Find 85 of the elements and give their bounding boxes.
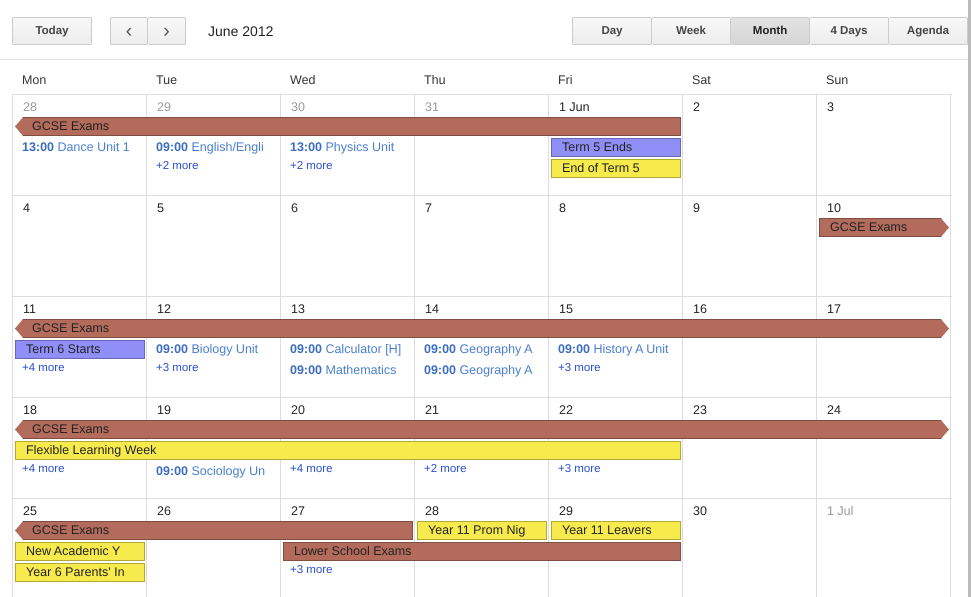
day-number: 17: [826, 301, 842, 318]
event-bar[interactable]: Term 6 Starts: [15, 340, 145, 359]
more-link[interactable]: +3 more: [281, 562, 333, 583]
weekday-label: Mon: [21, 73, 48, 89]
event-bar[interactable]: Flexible Learning Week: [15, 441, 681, 460]
event-bar[interactable]: GCSE Exams: [15, 117, 681, 136]
timed-event[interactable]: 09:00 Sociology Un: [147, 461, 281, 482]
today-button[interactable]: Today: [12, 16, 92, 44]
timed-event[interactable]: 09:00 Mathematics: [281, 360, 415, 381]
day-number: 19: [156, 402, 172, 419]
day-number: 7: [424, 200, 433, 217]
day-number: 21: [424, 402, 440, 419]
day-number: 18: [22, 402, 38, 419]
view-tab[interactable]: Agenda: [889, 16, 968, 44]
day-number: 30: [290, 99, 306, 116]
day-number: 2: [692, 99, 701, 116]
weekday-label: Wed: [289, 73, 316, 89]
event-bar[interactable]: GCSE Exams: [819, 218, 949, 237]
more-link[interactable]: +2 more: [415, 461, 467, 482]
more-link[interactable]: +3 more: [549, 461, 601, 482]
more-link[interactable]: +3 more: [549, 360, 601, 381]
period-title: June 2012: [208, 22, 274, 38]
more-link[interactable]: +2 more: [147, 158, 199, 179]
day-number: 16: [692, 301, 708, 318]
event-bar[interactable]: Year 6 Parents' In: [15, 563, 145, 582]
day-number: 6: [290, 200, 299, 217]
day-number: 13: [290, 301, 306, 318]
day-number: 28: [22, 99, 38, 116]
day-number: 12: [156, 301, 172, 318]
event-bar[interactable]: GCSE Exams: [15, 521, 413, 540]
day-number: 5: [156, 200, 165, 217]
day-number: 27: [290, 503, 306, 520]
day-number: 8: [558, 200, 567, 217]
view-tab[interactable]: 4 Days: [810, 16, 889, 44]
event-bar[interactable]: Year 11 Leavers: [551, 521, 681, 540]
day-number: 20: [290, 402, 306, 419]
day-number: 31: [424, 99, 440, 116]
timed-event[interactable]: 09:00 Geography A: [415, 360, 549, 381]
day-number: 22: [558, 402, 574, 419]
next-button[interactable]: ›: [148, 16, 186, 44]
day-number: 9: [692, 200, 701, 217]
day-number: 24: [826, 402, 842, 419]
day-number: 10: [826, 200, 842, 217]
day-number: 11: [22, 301, 37, 318]
day-number: 26: [156, 503, 172, 520]
event-bar[interactable]: GCSE Exams: [15, 319, 949, 338]
more-link[interactable]: +2 more: [281, 158, 333, 179]
timed-event[interactable]: 09:00 Geography A: [415, 339, 549, 360]
day-number: 29: [558, 503, 574, 520]
previous-button[interactable]: ‹: [110, 16, 148, 44]
event-bar[interactable]: Term 5 Ends: [551, 138, 681, 157]
more-link[interactable]: +4 more: [281, 461, 333, 482]
more-link[interactable]: +3 more: [147, 360, 199, 381]
day-number: 25: [22, 503, 38, 520]
weekday-label: Sat: [691, 73, 712, 89]
day-number: 23: [692, 402, 708, 419]
view-tab[interactable]: Week: [652, 16, 731, 44]
day-number: 14: [424, 301, 440, 318]
day-number: 28: [424, 503, 440, 520]
weekday-label: Sun: [825, 73, 850, 89]
weekday-label: Thu: [423, 73, 447, 89]
event-bar[interactable]: GCSE Exams: [15, 420, 949, 439]
view-tab[interactable]: Day: [572, 16, 652, 44]
weekday-label: Tue: [155, 73, 178, 89]
day-number: 30: [692, 503, 708, 520]
day-number: 3: [826, 99, 835, 116]
timed-event[interactable]: 09:00 Biology Unit: [147, 339, 281, 360]
day-number: 1 Jun: [558, 99, 591, 116]
view-tab[interactable]: Month: [731, 16, 810, 44]
event-bar[interactable]: Year 11 Prom Nig: [417, 521, 547, 540]
timed-event[interactable]: 09:00 English/Engli: [147, 137, 281, 158]
day-number: 15: [558, 301, 574, 318]
timed-event[interactable]: 09:00 Calculator [H]: [281, 339, 415, 360]
timed-event[interactable]: 13:00 Dance Unit 1: [13, 137, 147, 158]
day-number: 29: [156, 99, 172, 116]
timed-event[interactable]: 13:00 Physics Unit: [281, 137, 415, 158]
event-bar[interactable]: End of Term 5: [551, 159, 681, 178]
more-link[interactable]: +4 more: [13, 360, 65, 381]
event-bar[interactable]: Lower School Exams: [283, 542, 681, 561]
day-number: 1 Jul: [826, 503, 854, 520]
day-number: 4: [22, 200, 31, 217]
weekday-label: Fri: [557, 73, 574, 89]
timed-event[interactable]: 09:00 History A Unit: [549, 339, 683, 360]
event-bar[interactable]: New Academic Y: [15, 542, 145, 561]
more-link[interactable]: +4 more: [13, 461, 65, 482]
